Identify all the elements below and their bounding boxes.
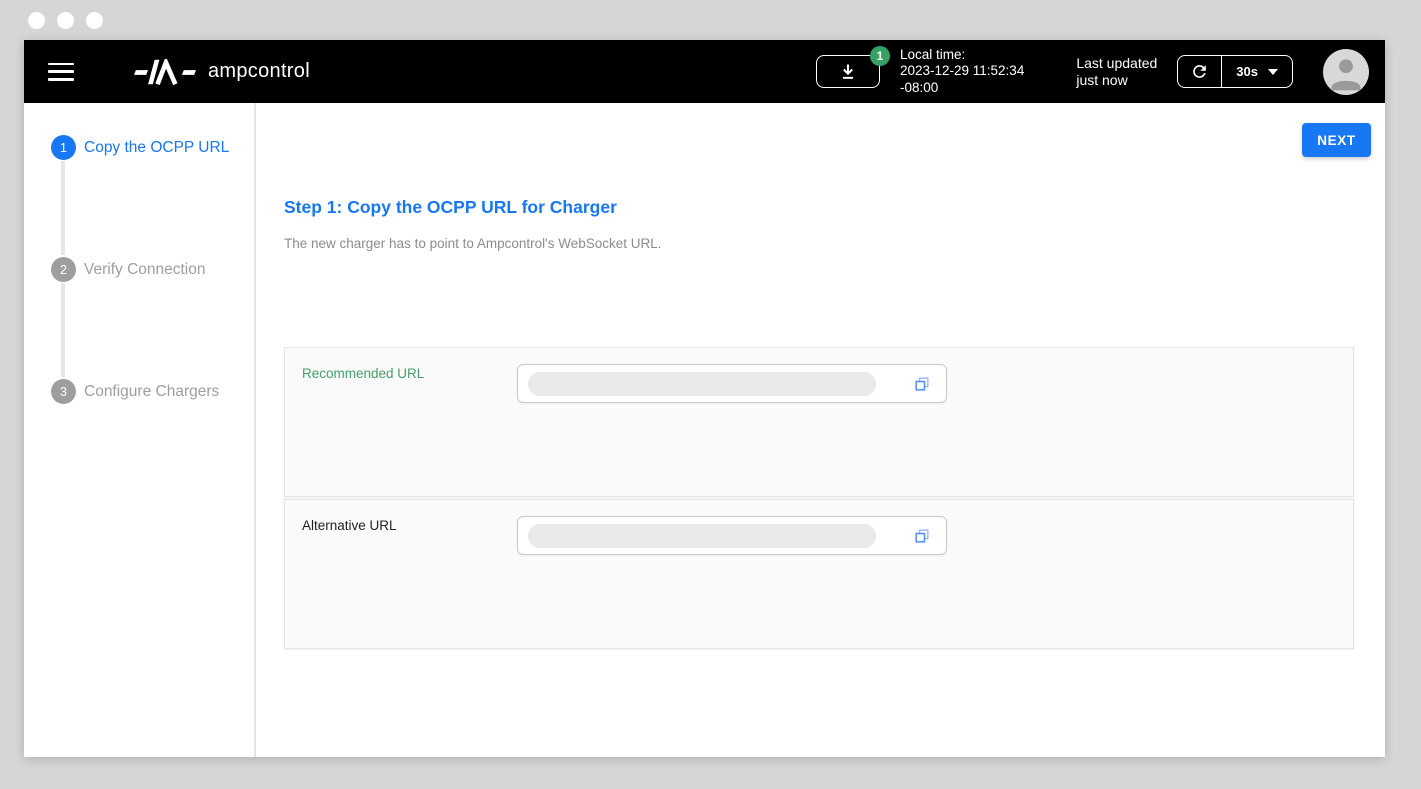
local-time-label: Local time: xyxy=(900,47,1024,64)
download-count-badge: 1 xyxy=(870,46,890,66)
refresh-button[interactable] xyxy=(1178,56,1222,87)
refresh-interval-value: 30s xyxy=(1236,64,1258,79)
step-number-badge: 2 xyxy=(51,257,76,282)
page-title: Step 1: Copy the OCPP URL for Charger xyxy=(284,197,617,218)
step-connector xyxy=(61,161,65,255)
window-controls xyxy=(28,12,103,29)
last-updated: Last updated just now xyxy=(1076,55,1157,89)
copy-icon xyxy=(912,526,932,546)
user-avatar[interactable] xyxy=(1323,49,1369,95)
refresh-controls: 30s xyxy=(1177,55,1293,88)
next-button[interactable]: NEXT xyxy=(1302,123,1371,157)
refresh-interval-dropdown[interactable]: 30s xyxy=(1222,56,1292,87)
window-control-dot[interactable] xyxy=(57,12,74,29)
window-control-dot[interactable] xyxy=(28,12,45,29)
step-number-badge: 1 xyxy=(51,135,76,160)
page-subtitle: The new charger has to point to Ampcontr… xyxy=(284,236,662,251)
url-panels: Recommended URL Alternative URL xyxy=(284,347,1354,649)
content-area: 1 Copy the OCPP URL 2 Verify Connection … xyxy=(24,103,1385,757)
recommended-url-label: Recommended URL xyxy=(302,366,424,381)
step-label: Configure Chargers xyxy=(84,379,219,404)
copy-button[interactable] xyxy=(908,370,936,398)
window-control-dot[interactable] xyxy=(86,12,103,29)
app-window: ampcontrol 1 Local time: 2023-12-29 11:5… xyxy=(24,40,1385,757)
local-time-timezone: -08:00 xyxy=(900,80,1024,97)
refresh-icon xyxy=(1190,62,1209,81)
brand-logo: ampcontrol xyxy=(134,59,310,85)
alternative-url-field[interactable] xyxy=(517,516,947,555)
app-header: ampcontrol 1 Local time: 2023-12-29 11:5… xyxy=(24,40,1385,103)
step-number-badge: 3 xyxy=(51,379,76,404)
redacted-url-value xyxy=(528,524,876,548)
recommended-url-field[interactable] xyxy=(517,364,947,403)
download-icon xyxy=(838,62,858,82)
redacted-url-value xyxy=(528,372,876,396)
step-content: NEXT Step 1: Copy the OCPP URL for Charg… xyxy=(256,103,1385,757)
brand-name: ampcontrol xyxy=(208,60,310,83)
alternative-url-panel: Alternative URL xyxy=(284,499,1354,649)
ampcontrol-logo-icon xyxy=(134,59,196,85)
alternative-url-label: Alternative URL xyxy=(302,518,397,533)
person-icon xyxy=(1323,49,1369,95)
copy-icon xyxy=(912,374,932,394)
copy-button[interactable] xyxy=(908,522,936,550)
step-label: Copy the OCPP URL xyxy=(84,135,229,160)
local-time-value: 2023-12-29 11:52:34 xyxy=(900,63,1024,80)
step-label: Verify Connection xyxy=(84,257,206,282)
step-connector xyxy=(61,283,65,377)
chevron-down-icon xyxy=(1268,69,1278,75)
stepper-sidebar: 1 Copy the OCPP URL 2 Verify Connection … xyxy=(24,103,256,757)
recommended-url-panel: Recommended URL xyxy=(284,347,1354,497)
menu-icon[interactable] xyxy=(48,63,74,81)
local-time: Local time: 2023-12-29 11:52:34 -08:00 xyxy=(900,47,1024,97)
